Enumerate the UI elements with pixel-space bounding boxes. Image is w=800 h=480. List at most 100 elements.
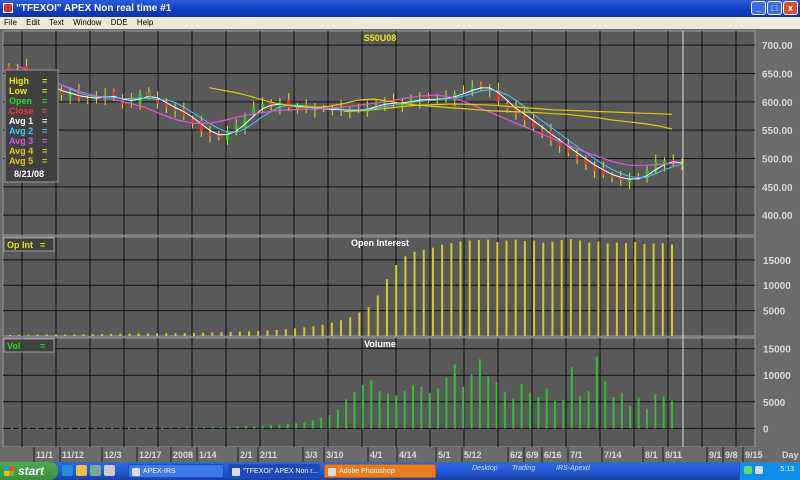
bar [253, 425, 256, 429]
legend-date: 8/21/08 [14, 169, 44, 179]
bar [579, 240, 582, 336]
y-tick-label: 400.00 [762, 211, 793, 222]
bar [395, 395, 398, 429]
panel-2-plot-area [2, 236, 756, 337]
bar [220, 332, 223, 336]
x-tick-label: 1/14 [199, 450, 217, 460]
bar [420, 386, 423, 429]
bar [303, 422, 306, 429]
bar [137, 333, 140, 336]
media-icon[interactable] [90, 465, 101, 476]
bar [503, 391, 506, 429]
ie-icon[interactable] [62, 465, 73, 476]
bar [560, 240, 563, 336]
bar [514, 239, 517, 336]
candle-body [234, 125, 238, 130]
y-tick-label: 5000 [763, 398, 786, 409]
maximize-button[interactable]: □ [767, 1, 782, 15]
bar [378, 391, 381, 429]
candle-body [409, 99, 413, 101]
candle-body [68, 93, 72, 98]
toolbar-trading[interactable]: Trading [512, 465, 535, 472]
bar [376, 295, 379, 336]
bar [91, 334, 94, 336]
menu-text[interactable]: Text [49, 17, 64, 29]
menu-dde[interactable]: DDE [111, 17, 128, 29]
window-titlebar[interactable]: "TFEXOI" APEX Non real time #1 _ □ x [0, 0, 800, 17]
bar [345, 399, 348, 429]
volume-icon[interactable] [755, 466, 763, 474]
chart-icon [232, 468, 240, 476]
bar [110, 333, 113, 336]
y-tick-label: 0 [763, 424, 769, 435]
bar [275, 329, 278, 336]
menu-edit[interactable]: Edit [26, 17, 40, 29]
bar [441, 244, 444, 336]
bar [528, 392, 531, 429]
bar [186, 427, 189, 429]
bar [512, 398, 515, 429]
bar [94, 427, 97, 429]
legend-label: Vol [7, 341, 20, 351]
candle-body [628, 179, 632, 183]
bar [119, 333, 122, 336]
x-tick-label: 8/11 [665, 450, 682, 460]
bar [487, 239, 490, 336]
legend-value: = [42, 76, 47, 86]
app-icon [3, 3, 13, 13]
bar [353, 392, 356, 429]
bar [153, 427, 156, 429]
toolbar-desktop[interactable]: Desktop [472, 465, 498, 472]
bar [54, 334, 57, 336]
bar [321, 324, 324, 336]
y-tick-label: 500.00 [762, 155, 793, 166]
bar [61, 427, 64, 429]
bar [545, 388, 548, 429]
bar [671, 244, 673, 336]
folder-icon[interactable] [76, 465, 87, 476]
bar [229, 331, 232, 336]
minimize-button[interactable]: _ [751, 1, 766, 15]
x-tick-label: 3/10 [326, 450, 344, 460]
bar [192, 332, 195, 336]
y-tick-label: 15000 [763, 345, 791, 356]
menu-help[interactable]: Help [137, 17, 153, 29]
menu-file[interactable]: File [4, 17, 17, 29]
candle-body [313, 109, 317, 111]
x-tick-label: 7/1 [570, 450, 583, 460]
toolbar-irs-apexd[interactable]: IRS-Apexd [556, 465, 590, 472]
bar [236, 426, 239, 429]
bar [551, 241, 554, 336]
menu-bar: File Edit Text Window DDE Help [0, 17, 800, 29]
bar [487, 376, 490, 429]
bar [386, 393, 389, 429]
task-tfexoi-chart[interactable]: "TFEXOI" APEX Non r... [228, 464, 320, 478]
y-tick-label: 600.00 [762, 98, 793, 109]
chart-canvas[interactable]: 700.00 650.00 600.00 550.00 500.00 450.00 400.… [0, 29, 800, 462]
y-tick-label: 15000 [763, 256, 791, 267]
task-apex-irs[interactable]: APEX-IRS [128, 464, 224, 478]
close-button[interactable]: x [783, 1, 798, 15]
bar [294, 328, 297, 336]
bar [520, 384, 523, 429]
candle-body [287, 99, 291, 108]
bar [569, 239, 572, 336]
bar [312, 326, 315, 336]
task-photoshop[interactable]: Adobe Photoshop [324, 464, 436, 478]
bar [604, 381, 607, 429]
bar [248, 331, 251, 336]
legend-label: Avg 2 [9, 126, 33, 136]
legend-value: = [42, 156, 47, 166]
menu-window[interactable]: Window [73, 17, 101, 29]
bar [18, 334, 21, 336]
desktop-icon[interactable] [104, 465, 115, 476]
bar [606, 243, 609, 336]
x-tick-label: 11/12 [62, 450, 84, 460]
panel-title: Open Interest [351, 238, 409, 248]
bar [69, 427, 72, 429]
candle-body [479, 85, 483, 87]
bar [625, 243, 628, 336]
bar [146, 333, 149, 336]
network-icon[interactable] [744, 466, 752, 474]
start-button[interactable]: start [0, 462, 58, 480]
